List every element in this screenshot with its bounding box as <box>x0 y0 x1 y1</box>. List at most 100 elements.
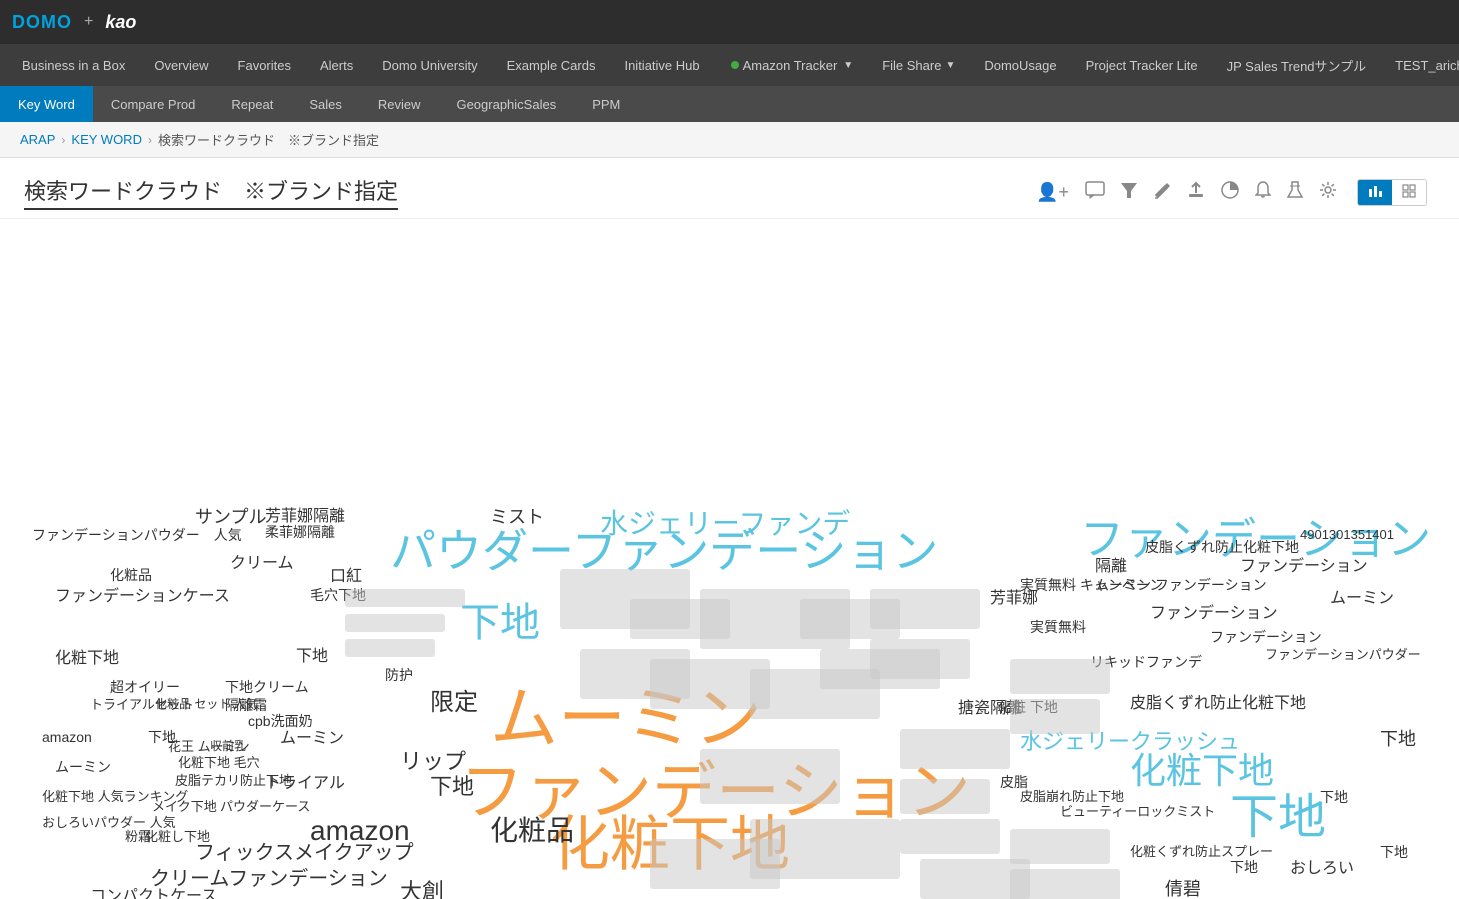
breadcrumb: ARAP › KEY WORD › 検索ワードクラウド ※ブランド指定 <box>0 122 1459 158</box>
tab-geographic-sales[interactable]: GeographicSales <box>438 86 574 122</box>
cloud-word-50: 収前乳 <box>210 739 246 753</box>
cloud-word-36: 下地 <box>296 647 328 666</box>
tab-ppm[interactable]: PPM <box>574 86 638 122</box>
cloud-word-90: 倩碧 <box>1165 879 1201 899</box>
top-bar: DOMO + kao <box>0 0 1459 44</box>
tab-repeat[interactable]: Repeat <box>213 86 291 122</box>
redacted-word-28 <box>1010 869 1120 899</box>
cloud-word-5: 下地 <box>460 599 540 647</box>
redacted-word-18 <box>900 729 1010 769</box>
cloud-word-22: フィックスメイクアップ <box>195 841 414 865</box>
kao-logo: kao <box>105 12 136 33</box>
settings-icon[interactable] <box>1319 181 1337 204</box>
nav-bar: Business in a Box Overview Favorites Ale… <box>0 44 1459 86</box>
wordcloud-area: パウダーファンデーションムーミンファンデーション化粧下地ファンデーション下地水ジ… <box>0 219 1459 899</box>
person-add-icon[interactable]: 👤+ <box>1036 182 1069 203</box>
nav-amazon-tracker[interactable]: Amazon Tracker ▼ <box>715 44 869 86</box>
cloud-word-69: 皮脂崩れ防止下地 <box>1020 789 1124 805</box>
chart-view-button[interactable] <box>1358 180 1392 205</box>
tab-keyword[interactable]: Key Word <box>0 86 93 122</box>
cloud-word-13: 下地 <box>1230 789 1326 847</box>
nav-business-in-a-box[interactable]: Business in a Box <box>8 44 140 86</box>
redacted-word-2 <box>345 639 435 657</box>
cloud-word-24: 大創 <box>400 879 444 899</box>
cloud-word-43: ムーミン <box>280 729 344 748</box>
cloud-word-25: コンパクトケース <box>90 887 217 899</box>
breadcrumb-sep-2: › <box>148 133 152 147</box>
redacted-word-12 <box>870 639 970 679</box>
cloud-word-29: ファンデーションパウダー 人気 <box>32 527 242 544</box>
nav-domo-usage[interactable]: DomoUsage <box>970 44 1071 86</box>
breadcrumb-keyword[interactable]: KEY WORD <box>71 132 142 147</box>
redacted-word-26 <box>1010 699 1100 734</box>
nav-project-tracker[interactable]: Project Tracker Lite <box>1072 44 1213 86</box>
upload-icon[interactable] <box>1187 181 1205 204</box>
cloud-word-104: 4901301351401 <box>1300 527 1394 543</box>
nav-example-cards[interactable]: Example Cards <box>493 44 611 86</box>
edit-icon[interactable] <box>1153 181 1171 204</box>
redacted-word-13 <box>700 749 840 804</box>
cloud-word-38: 超オイリー <box>110 679 180 696</box>
breadcrumb-sep-1: › <box>61 133 65 147</box>
page-title: 検索ワードクラウド ※ブランド指定 <box>24 174 398 210</box>
nav-domo-university[interactable]: Domo University <box>368 44 492 86</box>
breadcrumb-arap[interactable]: ARAP <box>20 132 55 147</box>
cloud-word-34: ファンデーションケース <box>55 587 230 606</box>
bell-icon[interactable] <box>1255 181 1271 204</box>
cloud-word-57: 化粧し下地 <box>145 829 210 845</box>
cloud-word-94: ムーミン ファンデーション <box>1095 577 1267 594</box>
cloud-word-19: リップ <box>400 749 466 775</box>
cloud-word-28: 柔菲娜隔離 <box>265 524 335 541</box>
cloud-word-49: 化粧下地 毛穴 <box>178 755 260 771</box>
cloud-word-30: 化粧品 <box>110 567 152 584</box>
nav-jp-sales[interactable]: JP Sales Trendサンプル <box>1213 44 1382 86</box>
nav-initiative-hub[interactable]: Initiative Hub <box>610 44 714 86</box>
cloud-word-103: 皮脂くずれ防止化粧下地 <box>1130 694 1306 713</box>
tab-sales[interactable]: Sales <box>291 86 360 122</box>
tab-compare-prod[interactable]: Compare Prod <box>93 86 214 122</box>
cloud-word-98: ファンデーション <box>1210 629 1322 646</box>
cloud-word-41: cpb洗面奶 <box>248 713 313 730</box>
redacted-word-27 <box>1010 829 1110 864</box>
cloud-word-37: 防护 <box>385 667 413 684</box>
nav-overview[interactable]: Overview <box>140 44 223 86</box>
cloud-word-101: 皮脂くずれ防止化粧下地 <box>1145 539 1299 556</box>
redacted-word-20 <box>900 819 1000 854</box>
filter-icon[interactable] <box>1121 181 1137 204</box>
beaker-icon[interactable] <box>1287 181 1303 204</box>
redacted-word-1 <box>345 614 445 632</box>
cloud-word-92: 隔離 <box>1095 557 1127 576</box>
cloud-word-73: 下地 <box>1380 729 1416 751</box>
nav-favorites[interactable]: Favorites <box>224 44 306 86</box>
cloud-word-96: ファンデーション <box>1150 604 1278 623</box>
nav-test-arichi[interactable]: TEST_arichi <box>1381 44 1459 86</box>
amazon-dot-icon <box>731 61 739 69</box>
cloud-word-95: ムーミン <box>1330 589 1394 608</box>
cloud-word-46: ムーミン <box>55 759 111 776</box>
cloud-word-11: 化粧下地 <box>1130 749 1274 792</box>
page-header: 検索ワードクラウド ※ブランド指定 👤+ <box>0 158 1459 219</box>
tab-review[interactable]: Review <box>360 86 439 122</box>
amazon-dropdown-arrow: ▼ <box>843 60 853 71</box>
nav-alerts[interactable]: Alerts <box>306 44 368 86</box>
cloud-word-26: サンプル <box>195 507 266 529</box>
cloud-word-97: 実質無料 <box>1030 619 1086 636</box>
tab-bar: Key Word Compare Prod Repeat Sales Revie… <box>0 86 1459 122</box>
cloud-word-71: 化粧くずれ防止スプレー <box>1130 844 1273 860</box>
cloud-word-63: ミスト <box>490 507 544 529</box>
cloud-word-31: クリーム <box>230 554 294 573</box>
grid-view-button[interactable] <box>1392 180 1426 205</box>
cloud-word-44: トライアルセット <box>90 697 194 713</box>
view-toggle <box>1357 179 1427 206</box>
nav-file-share[interactable]: File Share ▼ <box>868 44 970 86</box>
cloud-word-77: おしろい <box>1290 859 1354 878</box>
logo-plus: + <box>84 13 93 31</box>
redacted-word-15 <box>650 839 780 889</box>
redacted-word-19 <box>900 779 990 814</box>
redacted-word-25 <box>1010 659 1110 694</box>
header-right: 👤+ <box>1036 179 1435 206</box>
pie-chart-icon[interactable] <box>1221 181 1239 204</box>
comment-icon[interactable] <box>1085 181 1105 204</box>
cloud-word-99: ファンデーションパウダー <box>1265 647 1421 663</box>
domo-logo: DOMO <box>12 12 72 33</box>
